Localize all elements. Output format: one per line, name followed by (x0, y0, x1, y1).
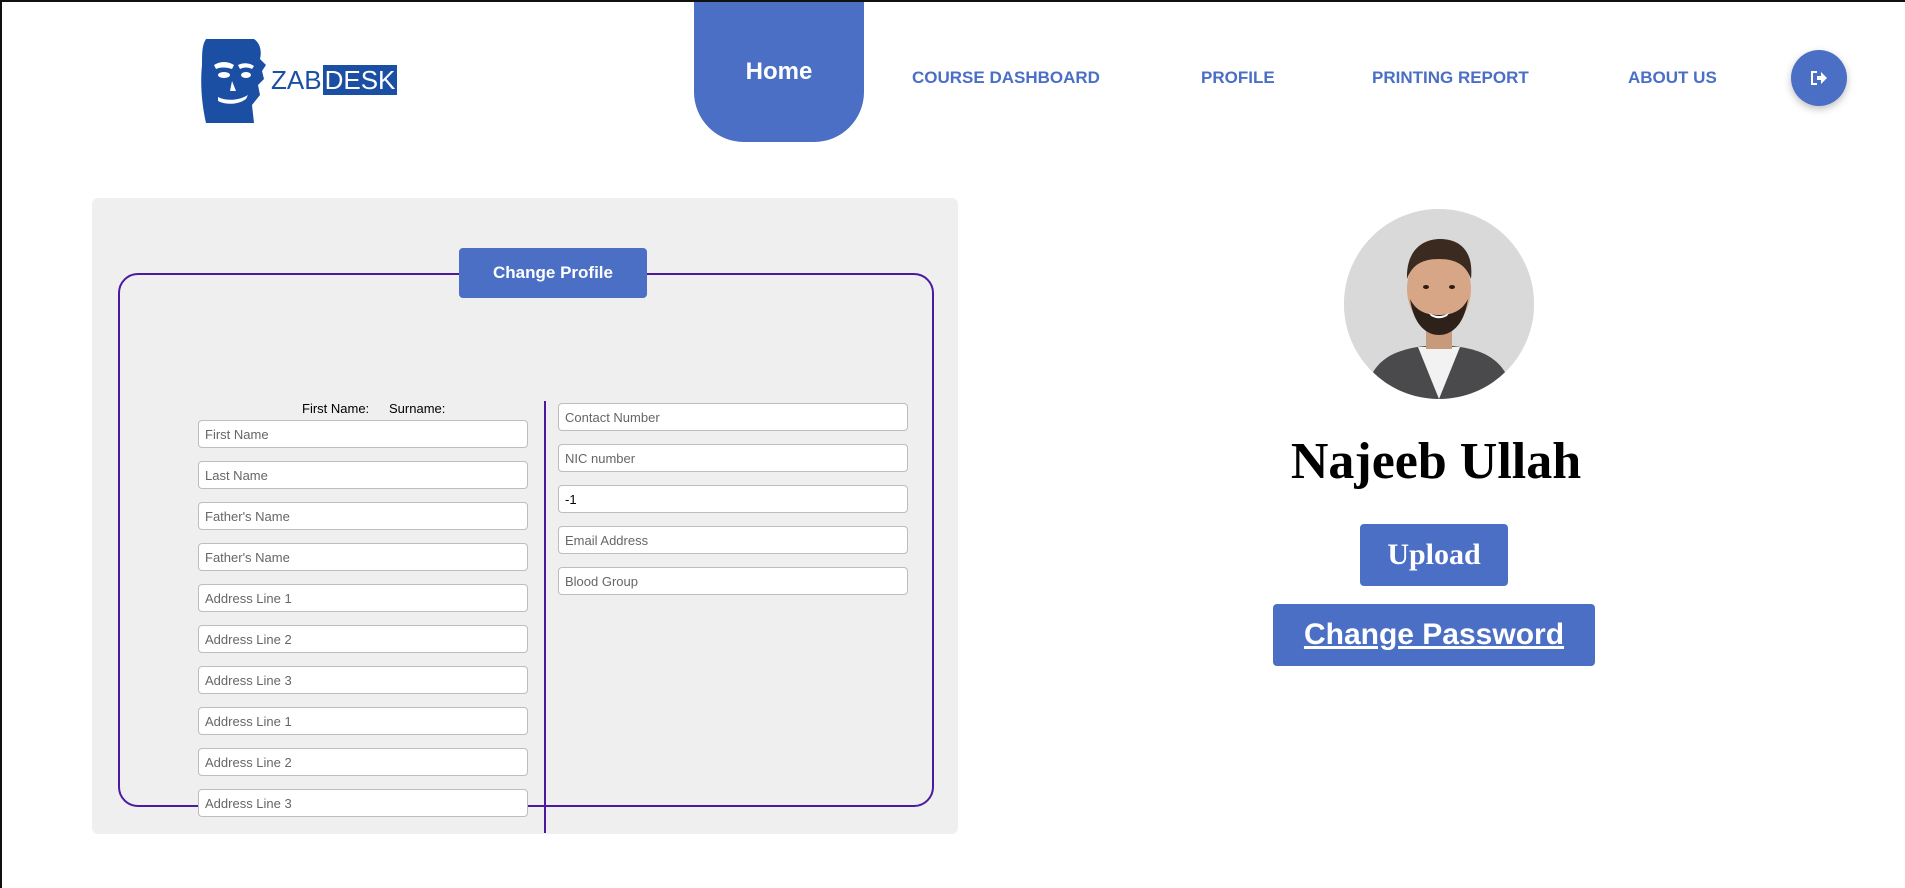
email-address-input[interactable] (558, 526, 908, 554)
sign-out-icon (1811, 71, 1827, 85)
address-line-1-input[interactable] (198, 584, 528, 612)
change-password-button[interactable]: Change Password (1273, 604, 1595, 666)
first-name-input[interactable] (198, 420, 528, 448)
nav-printing-report[interactable]: PRINTING REPORT (1372, 68, 1529, 88)
address-line-1-input-2[interactable] (198, 707, 528, 735)
logo-wordmark-zab: ZAB (271, 65, 322, 95)
nav-about-us[interactable]: ABOUT US (1628, 68, 1717, 88)
nav-home-tab[interactable]: Home (694, 2, 864, 142)
logo-wordmark-desk: DESK (322, 65, 398, 95)
logout-button[interactable] (1791, 50, 1847, 106)
last-name-input[interactable] (198, 461, 528, 489)
numeric-field-input[interactable] (558, 485, 908, 513)
upload-button[interactable]: Upload (1360, 524, 1508, 586)
contact-number-input[interactable] (558, 403, 908, 431)
address-line-3-input-2[interactable] (198, 789, 528, 817)
column-divider (544, 401, 546, 833)
address-line-2-input-2[interactable] (198, 748, 528, 776)
surname-label: Surname: (389, 401, 446, 416)
profile-avatar (1344, 209, 1534, 399)
change-profile-button[interactable]: Change Profile (459, 248, 647, 298)
nav-profile[interactable]: PROFILE (1201, 68, 1275, 88)
profile-form-panel: First Name: Surname: Change Profile (92, 198, 958, 834)
profile-photo (1344, 209, 1534, 399)
nic-number-input[interactable] (558, 444, 908, 472)
first-name-label: First Name: (302, 401, 370, 416)
fathers-name-input-2[interactable] (198, 543, 528, 571)
founder-portrait-logo-icon (201, 39, 266, 123)
logo-wordmark: ZAB DESK (270, 65, 398, 95)
fathers-name-input[interactable] (198, 502, 528, 530)
blood-group-input[interactable] (558, 567, 908, 595)
address-line-3-input[interactable] (198, 666, 528, 694)
address-line-2-input[interactable] (198, 625, 528, 653)
profile-name: Najeeb Ullah (1290, 433, 1582, 490)
zabdesk-logo[interactable]: ZAB DESK (196, 35, 398, 127)
page: ZAB DESK Home COURSE DASHBOARD PROFILE PR… (0, 0, 1905, 888)
change-profile-fieldset: First Name: Surname: (118, 273, 934, 833)
nav-course-dashboard[interactable]: COURSE DASHBOARD (912, 68, 1100, 88)
